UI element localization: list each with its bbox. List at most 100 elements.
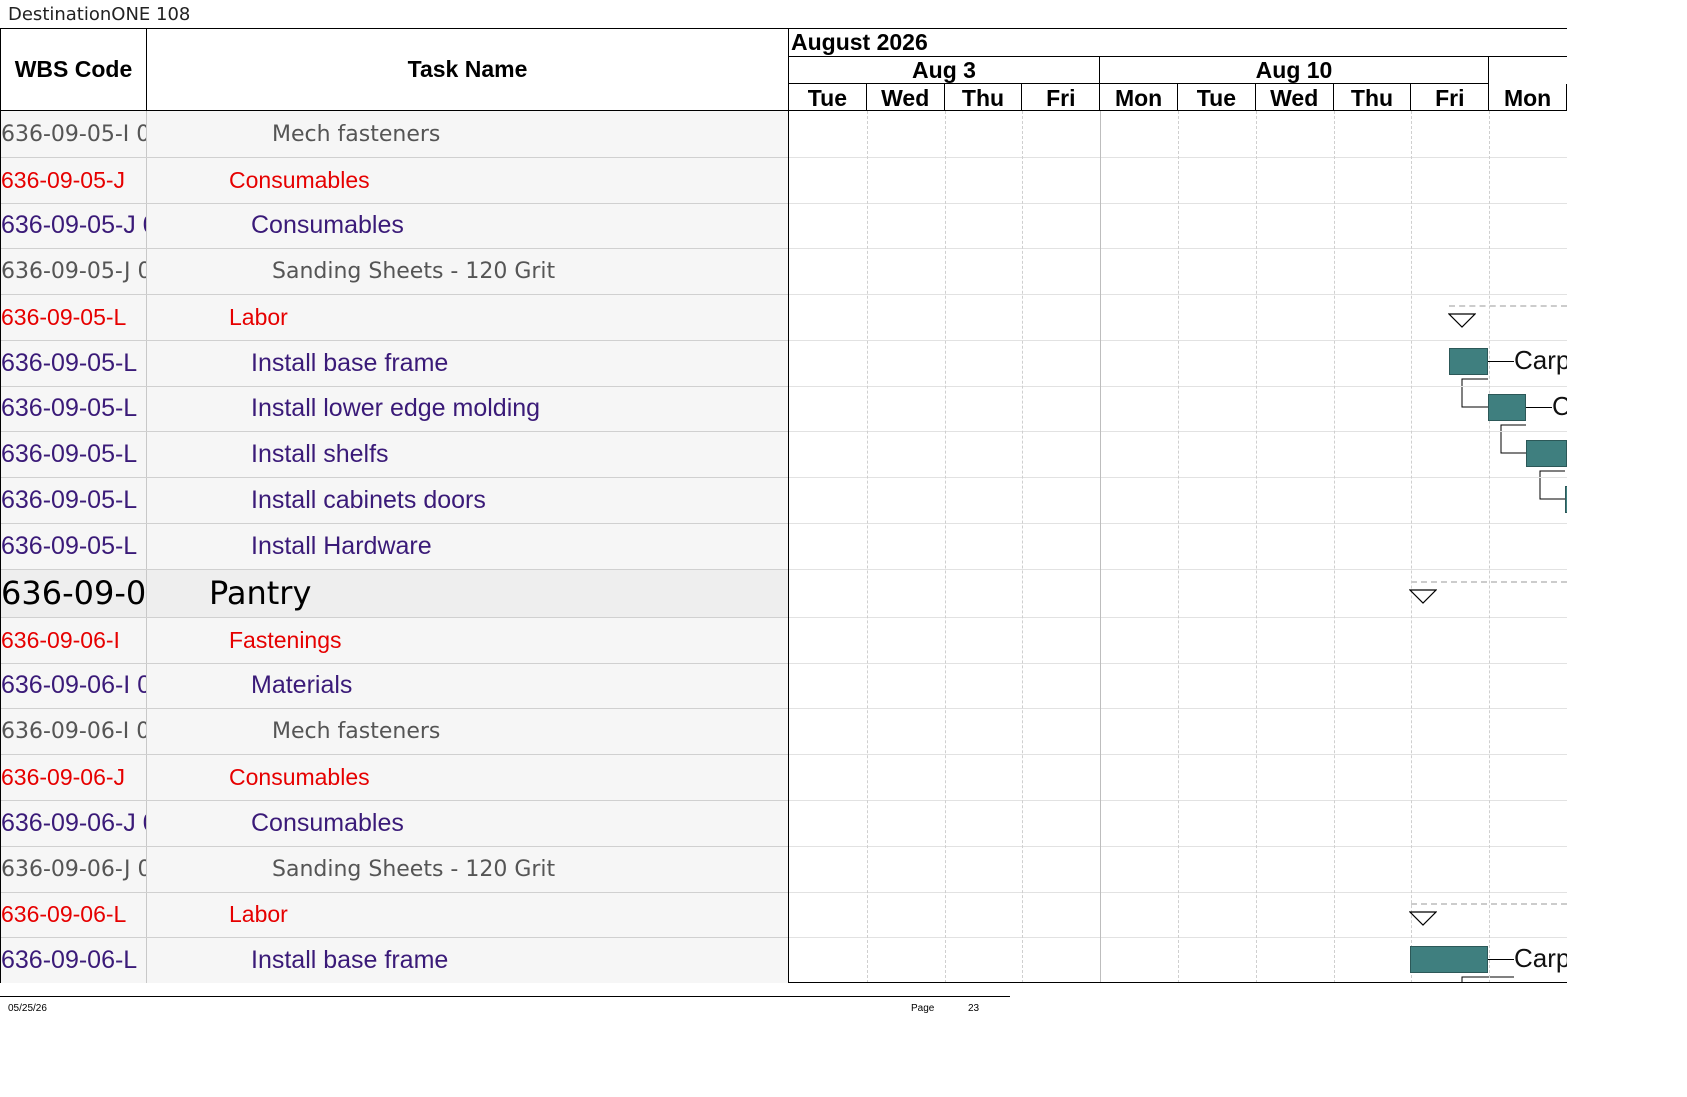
task-name-text: Install shelfs bbox=[251, 439, 389, 468]
task-name-cell[interactable]: Install Hardware bbox=[147, 523, 788, 569]
wbs-code-cell[interactable]: 636-09-05-L bbox=[1, 386, 147, 431]
timeline-day-fri: Fri bbox=[1411, 84, 1490, 111]
resource-label-leader bbox=[1526, 407, 1552, 408]
task-name-cell[interactable]: Labor bbox=[147, 294, 788, 340]
dependency-link bbox=[1461, 378, 1488, 408]
timeline-day-wed: Wed bbox=[867, 84, 945, 111]
task-name-cell[interactable]: Materials bbox=[147, 663, 788, 708]
row-divider bbox=[1, 754, 788, 755]
task-name-header: Task Name bbox=[146, 28, 789, 111]
row-divider bbox=[1, 708, 788, 709]
day-gridline bbox=[944, 111, 946, 982]
dependency-link bbox=[1539, 470, 1567, 500]
task-name-cell[interactable]: Install lower edge molding bbox=[147, 386, 788, 431]
task-name-cell[interactable]: Consumables bbox=[147, 157, 788, 203]
wbs-code-cell[interactable]: 636-09-05-L bbox=[1, 431, 147, 477]
timeline-day-mon: Mon bbox=[1100, 84, 1178, 111]
task-name-cell[interactable]: Labor bbox=[147, 892, 788, 937]
wbs-code-cell[interactable]: 636-09-06-L bbox=[1, 892, 147, 937]
row-divider bbox=[1, 157, 788, 158]
task-bar[interactable] bbox=[1526, 440, 1567, 467]
row-divider bbox=[1, 617, 788, 618]
task-bar[interactable] bbox=[1488, 394, 1526, 421]
summary-triangle-icon bbox=[1448, 313, 1476, 328]
timeline-day-tue: Tue bbox=[1178, 84, 1256, 111]
task-name-text: Sanding Sheets - 120 Grit bbox=[272, 856, 556, 882]
footer-date: 05/25/26 bbox=[8, 1003, 47, 1014]
row-divider bbox=[1, 569, 788, 570]
summary-span-line bbox=[1449, 305, 1567, 307]
day-gridline bbox=[1333, 111, 1335, 982]
wbs-code-header: WBS Code bbox=[0, 28, 147, 111]
wbs-code-cell[interactable]: 636-09-06-I 01 bbox=[1, 708, 147, 754]
wbs-code-cell[interactable]: 636-09-05-L bbox=[1, 294, 147, 340]
task-bar[interactable] bbox=[1449, 348, 1488, 375]
gantt-chart-area: Carp C Carp bbox=[789, 111, 1567, 983]
task-name-cell[interactable]: Consumables bbox=[147, 203, 788, 248]
wbs-code-cell[interactable]: 636-09-06-J 01 bbox=[1, 846, 147, 892]
task-name-cell[interactable]: Consumables bbox=[147, 800, 788, 846]
timeline-day-wed: Wed bbox=[1256, 84, 1334, 111]
task-bar[interactable] bbox=[1565, 486, 1567, 513]
timeline-month-label: August 2026 bbox=[789, 29, 1567, 57]
task-name-cell[interactable]: Install shelfs bbox=[147, 431, 788, 477]
task-name-text: Consumables bbox=[251, 211, 404, 239]
row-divider bbox=[1, 892, 788, 893]
wbs-code-cell[interactable]: 636-09-05-L bbox=[1, 477, 147, 523]
row-divider bbox=[1, 340, 788, 341]
task-name-cell[interactable]: Fastenings bbox=[147, 617, 788, 663]
task-name-cell[interactable]: Consumables bbox=[147, 754, 788, 800]
timeline-day-row: Tue Wed Thu Fri Mon Tue Wed Thu Fri Mon bbox=[789, 84, 1567, 111]
wbs-code-cell[interactable]: 636-09-05-J 0 bbox=[1, 203, 147, 248]
day-gridline bbox=[1489, 111, 1491, 982]
task-name-cell[interactable]: Install base frame bbox=[147, 340, 788, 386]
day-gridline bbox=[1022, 111, 1024, 982]
wbs-code-cell[interactable]: 636-09-05-J 01 bbox=[1, 248, 147, 294]
task-name-text: Mech fasteners bbox=[272, 718, 441, 744]
task-name-cell[interactable]: Pantry bbox=[147, 569, 788, 617]
wbs-code-cell[interactable]: 636-09-06-I bbox=[1, 617, 147, 663]
footer-rule bbox=[0, 996, 1010, 997]
timeline-day-mon: Mon bbox=[1489, 84, 1567, 111]
summary-span-line bbox=[1411, 903, 1567, 905]
document-title: DestinationONE 108 bbox=[8, 4, 191, 25]
row-divider bbox=[1, 937, 788, 938]
task-name-cell[interactable]: Install base frame bbox=[147, 937, 788, 983]
timeline-day-thu: Thu bbox=[1334, 84, 1412, 111]
row-divider bbox=[1, 846, 788, 847]
wbs-code-cell[interactable]: 636-09-06-L bbox=[1, 937, 147, 983]
summary-span-line bbox=[1411, 581, 1567, 583]
task-name-text: Consumables bbox=[251, 808, 404, 837]
resource-label-leader bbox=[1488, 361, 1514, 362]
task-name-cell[interactable]: Install cabinets doors bbox=[147, 477, 788, 523]
wbs-code-cell[interactable]: 636-09-05-L bbox=[1, 523, 147, 569]
summary-triangle-icon bbox=[1409, 911, 1437, 926]
task-name-cell[interactable]: Sanding Sheets - 120 Grit bbox=[147, 248, 788, 294]
task-name-text: Install lower edge molding bbox=[251, 394, 541, 422]
wbs-code-cell[interactable]: 636-09-06 bbox=[1, 569, 147, 617]
task-name-text: Consumables bbox=[229, 166, 370, 193]
task-name-text: Sanding Sheets - 120 Grit bbox=[272, 258, 556, 284]
task-name-text: Fastenings bbox=[229, 626, 342, 653]
wbs-code-cell[interactable]: 636-09-06-J bbox=[1, 754, 147, 800]
wbs-code-header-label: WBS Code bbox=[14, 56, 133, 82]
gantt-print-page: DestinationONE 108 WBS Code Task Name Au… bbox=[0, 0, 1687, 1097]
timeline-header: August 2026 Aug 3 Aug 10 Tue Wed Thu Fri Mon… bbox=[789, 28, 1567, 111]
wbs-code-cell[interactable]: 636-09-05-L bbox=[1, 340, 147, 386]
task-name-cell[interactable]: Sanding Sheets - 120 Grit bbox=[147, 846, 788, 892]
row-divider bbox=[1, 523, 788, 524]
task-name-cell[interactable]: Mech fasteners bbox=[147, 708, 788, 754]
timeline-day-tue: Tue bbox=[789, 84, 867, 111]
row-divider bbox=[1, 800, 788, 801]
wbs-code-cell[interactable]: 636-09-06-I 0 bbox=[1, 663, 147, 708]
wbs-code-cell[interactable]: 636-09-05-I 01 bbox=[1, 111, 147, 157]
resource-label-leader bbox=[1488, 959, 1514, 960]
task-name-cell[interactable]: Mech fasteners bbox=[147, 111, 788, 157]
task-bar[interactable] bbox=[1410, 946, 1488, 973]
wbs-code-cell[interactable]: 636-09-06-J 0 bbox=[1, 800, 147, 846]
timeline-week-aug-10: Aug 10 bbox=[1100, 57, 1489, 84]
task-name-header-label: Task Name bbox=[407, 56, 528, 82]
resource-label: Carp bbox=[1514, 943, 1567, 973]
task-name-text: Mech fasteners bbox=[272, 121, 441, 147]
wbs-code-cell[interactable]: 636-09-05-J bbox=[1, 157, 147, 203]
